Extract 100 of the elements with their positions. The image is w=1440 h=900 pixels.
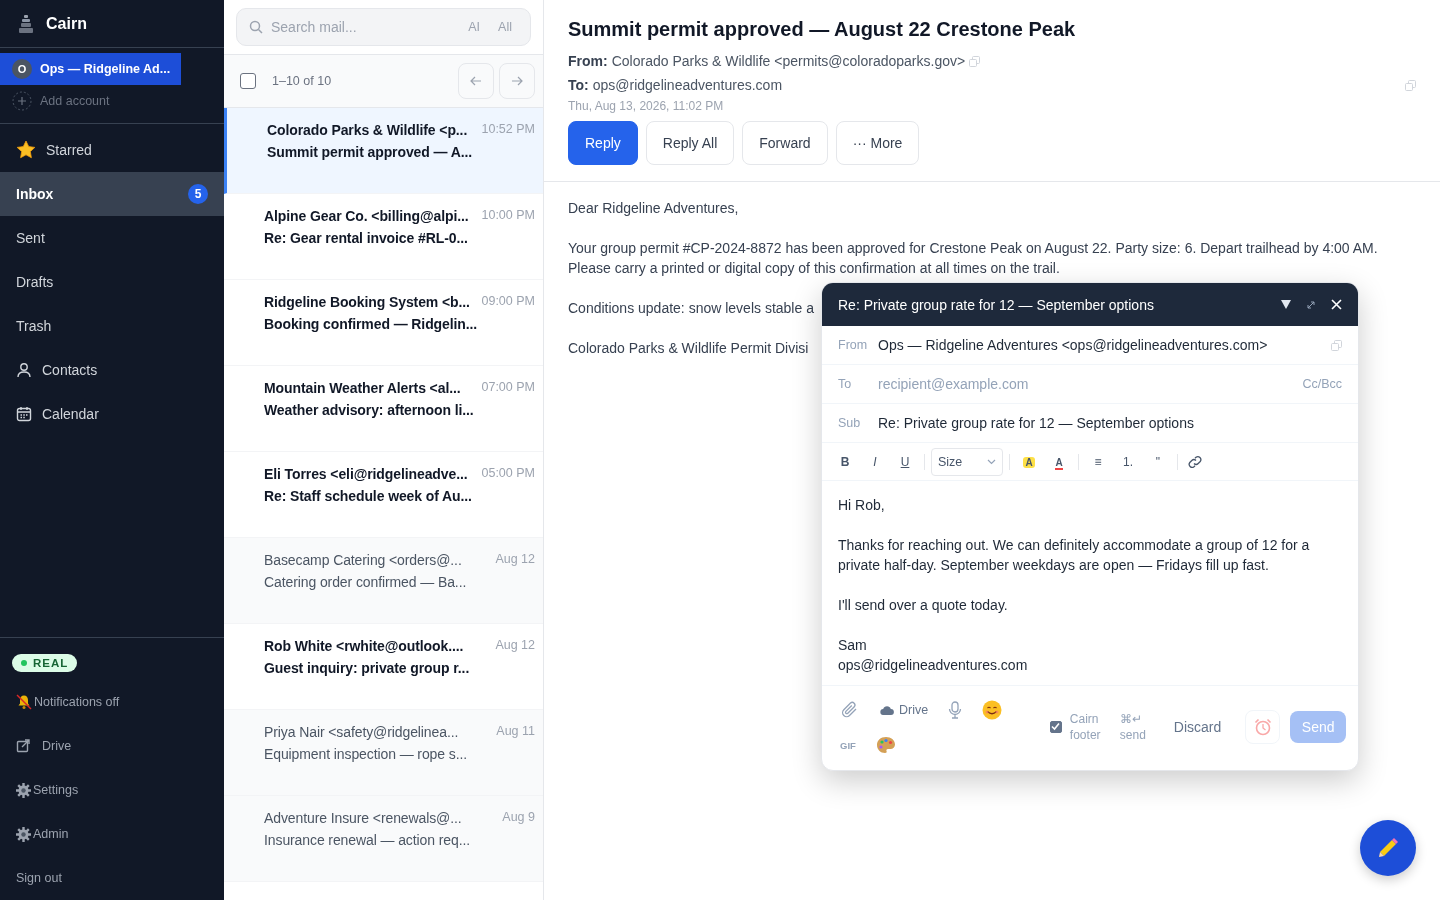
link-icon <box>1188 454 1202 469</box>
subject-label: Sub <box>838 416 862 430</box>
triangle-down-icon <box>1281 300 1291 309</box>
from-label: From: <box>568 53 608 69</box>
email-time: 05:00 PM <box>481 466 535 482</box>
email-time: 09:00 PM <box>481 294 535 310</box>
format-button[interactable]: " <box>1145 448 1171 475</box>
email-subject: Insurance renewal — action req... <box>264 832 472 848</box>
text-color-button[interactable]: A <box>1046 448 1072 475</box>
underline-button[interactable]: U <box>892 448 918 475</box>
nav-item[interactable]: Trash <box>0 304 224 348</box>
email-sender: Rob White <rwhite@outlook.... <box>264 638 465 654</box>
status-dot <box>21 660 27 666</box>
external-link-icon <box>16 739 30 753</box>
pencil-icon <box>1377 837 1399 859</box>
email-row[interactable]: Mountain Weather Alerts <al... Weather advisory: afternoon li... 07:00 PM <box>224 366 543 452</box>
palette-button[interactable] <box>875 736 896 754</box>
email-sender: Priya Nair <safety@ridgelinea... <box>264 724 460 740</box>
mode-badge: REAL <box>12 654 78 672</box>
to-address: ops@ridgelineadventures.com <box>592 77 783 93</box>
left-arrow-icon <box>470 76 482 86</box>
compose-title: Re: Private group rate for 12 — September options <box>838 296 1155 313</box>
microphone-button[interactable] <box>948 701 963 719</box>
microphone-icon <box>948 701 963 719</box>
from-label: From <box>838 338 868 352</box>
email-row[interactable]: Priya Nair <safety@ridgelinea... Equipment inspection — rope s... Aug 11 <box>224 710 543 796</box>
sidebar-link[interactable]: Settings <box>0 768 224 812</box>
body-paragraph: Dear Ridgeline Adventures, <box>568 199 739 218</box>
to-label: To: <box>568 77 589 93</box>
email-row[interactable]: Ridgeline Booking System <b... Booking confirmed — Ridgelin... 09:00 PM <box>224 280 543 366</box>
drive-button[interactable]: Drive <box>880 703 929 717</box>
email-subject: Summit permit approved — A... <box>267 144 474 160</box>
star-icon <box>16 140 36 160</box>
email-time: Aug 9 <box>502 810 535 826</box>
copy-icon <box>1405 79 1416 91</box>
compose-button[interactable] <box>1360 820 1416 876</box>
format-button[interactable]: ≡ <box>1085 448 1111 475</box>
minimize-button[interactable] <box>1281 300 1291 309</box>
sidebar-link[interactable]: Admin <box>0 812 224 856</box>
alarm-clock-icon <box>1253 718 1272 736</box>
nav-item[interactable]: Contacts <box>0 348 224 392</box>
copy-icon <box>969 55 981 67</box>
from-address: Ops — Ridgeline Adventures <ops@ridgelineadventures.com> <box>878 337 1269 353</box>
email-row[interactable]: Colorado Parks & Wildlife <p... Summit permit approved — A... 10:52 PM <box>224 108 543 194</box>
emoji-button[interactable] <box>982 700 1003 720</box>
email-sender: Basecamp Catering <orders@... <box>264 552 463 568</box>
size-dropdown[interactable]: Size <box>931 447 1003 476</box>
add-account-button[interactable]: Add account <box>0 85 224 117</box>
footer-checkbox[interactable] <box>1049 721 1062 733</box>
email-date: Thu, Aug 13, 2026, 11:02 PM <box>568 99 725 115</box>
nav-item[interactable]: Drafts <box>0 260 224 304</box>
nav-item[interactable]: Inbox 5 <box>0 172 224 216</box>
cloud-icon <box>880 705 894 715</box>
muted-bell-icon <box>16 694 32 710</box>
search-icon <box>249 20 263 34</box>
person-icon <box>16 362 32 378</box>
italic-button[interactable]: I <box>862 448 888 475</box>
action-button[interactable]: Forward <box>742 121 828 165</box>
nav-item[interactable]: Calendar <box>0 392 224 436</box>
expand-button[interactable] <box>1307 300 1315 309</box>
email-row[interactable]: Basecamp Catering <orders@... Catering order confirmed — Ba... Aug 12 <box>224 538 543 624</box>
app-name: Cairn <box>46 14 87 33</box>
shortcut-hint: ⌘↵ send <box>1119 711 1147 743</box>
recipient-field[interactable]: recipient@example.com <box>878 376 1293 392</box>
highlight-button[interactable]: A <box>1016 448 1042 475</box>
smiley-icon <box>982 700 1003 720</box>
email-row[interactable]: Alpine Gear Co. <billing@alpi... Re: Gear rental invoice #RL-0... 10:00 PM <box>224 194 543 280</box>
footer-label: Cairn footer <box>1069 711 1102 743</box>
email-subject: Catering order confirmed — Ba... <box>264 574 468 590</box>
action-button[interactable]: Reply All <box>645 121 735 165</box>
page-range: 1–10 of 10 <box>272 74 333 88</box>
email-sender: Alpine Gear Co. <billing@alpi... <box>264 208 470 224</box>
email-sender: Eli Torres <eli@ridgelineadve... <box>264 466 469 482</box>
action-button[interactable]: Reply <box>568 121 638 165</box>
body-paragraph: Colorado Parks & Wildlife Permit Divisi <box>568 339 809 358</box>
email-time: Aug 12 <box>495 638 535 654</box>
check-icon <box>1050 722 1060 731</box>
select-all-checkbox[interactable] <box>240 73 256 89</box>
close-button[interactable] <box>1331 299 1342 310</box>
email-row[interactable]: Adventure Insure <renewals@... Insurance renewal — action req... Aug 9 <box>224 796 543 882</box>
email-time: 07:00 PM <box>481 380 535 396</box>
palette-icon <box>875 736 896 754</box>
body-line: ops@ridgelineadventures.com <box>838 656 1029 675</box>
nav-item[interactable]: Starred <box>0 128 224 172</box>
format-button[interactable]: 1. <box>1115 448 1141 475</box>
action-button[interactable]: ··· More <box>835 121 920 165</box>
email-time: 10:00 PM <box>481 208 535 224</box>
nav-item[interactable]: Sent <box>0 216 224 260</box>
unread-count-badge: 5 <box>188 184 208 204</box>
body-line: Thanks for reaching out. We can definitely accommodate a group of 12 for a private half-day. September weekdays are open — Fridays fill up fast. <box>838 536 1311 575</box>
sidebar-link[interactable]: Sign out <box>0 856 224 900</box>
body-paragraph: Your group permit #CP-2024-8872 has been approved for Crestone Peak on August 22. Party size: 6. Depart trailhead by 4:00 AM. Please carry a printed or digital copy of this confirmation at all times on the trail. <box>568 239 1379 278</box>
subject-field[interactable]: Re: Private group rate for 12 — September options <box>878 415 1342 431</box>
email-subject: Booking confirmed — Ridgelin... <box>264 316 478 332</box>
sidebar-link[interactable]: Drive <box>0 724 224 768</box>
sidebar-link[interactable]: Notifications off <box>0 680 224 724</box>
account-item[interactable]: O Ops — Ridgeline Ad... <box>0 53 181 85</box>
email-time: Aug 11 <box>496 724 535 740</box>
discard-button[interactable]: Discard <box>1167 718 1228 736</box>
bold-button[interactable]: B <box>832 448 858 475</box>
